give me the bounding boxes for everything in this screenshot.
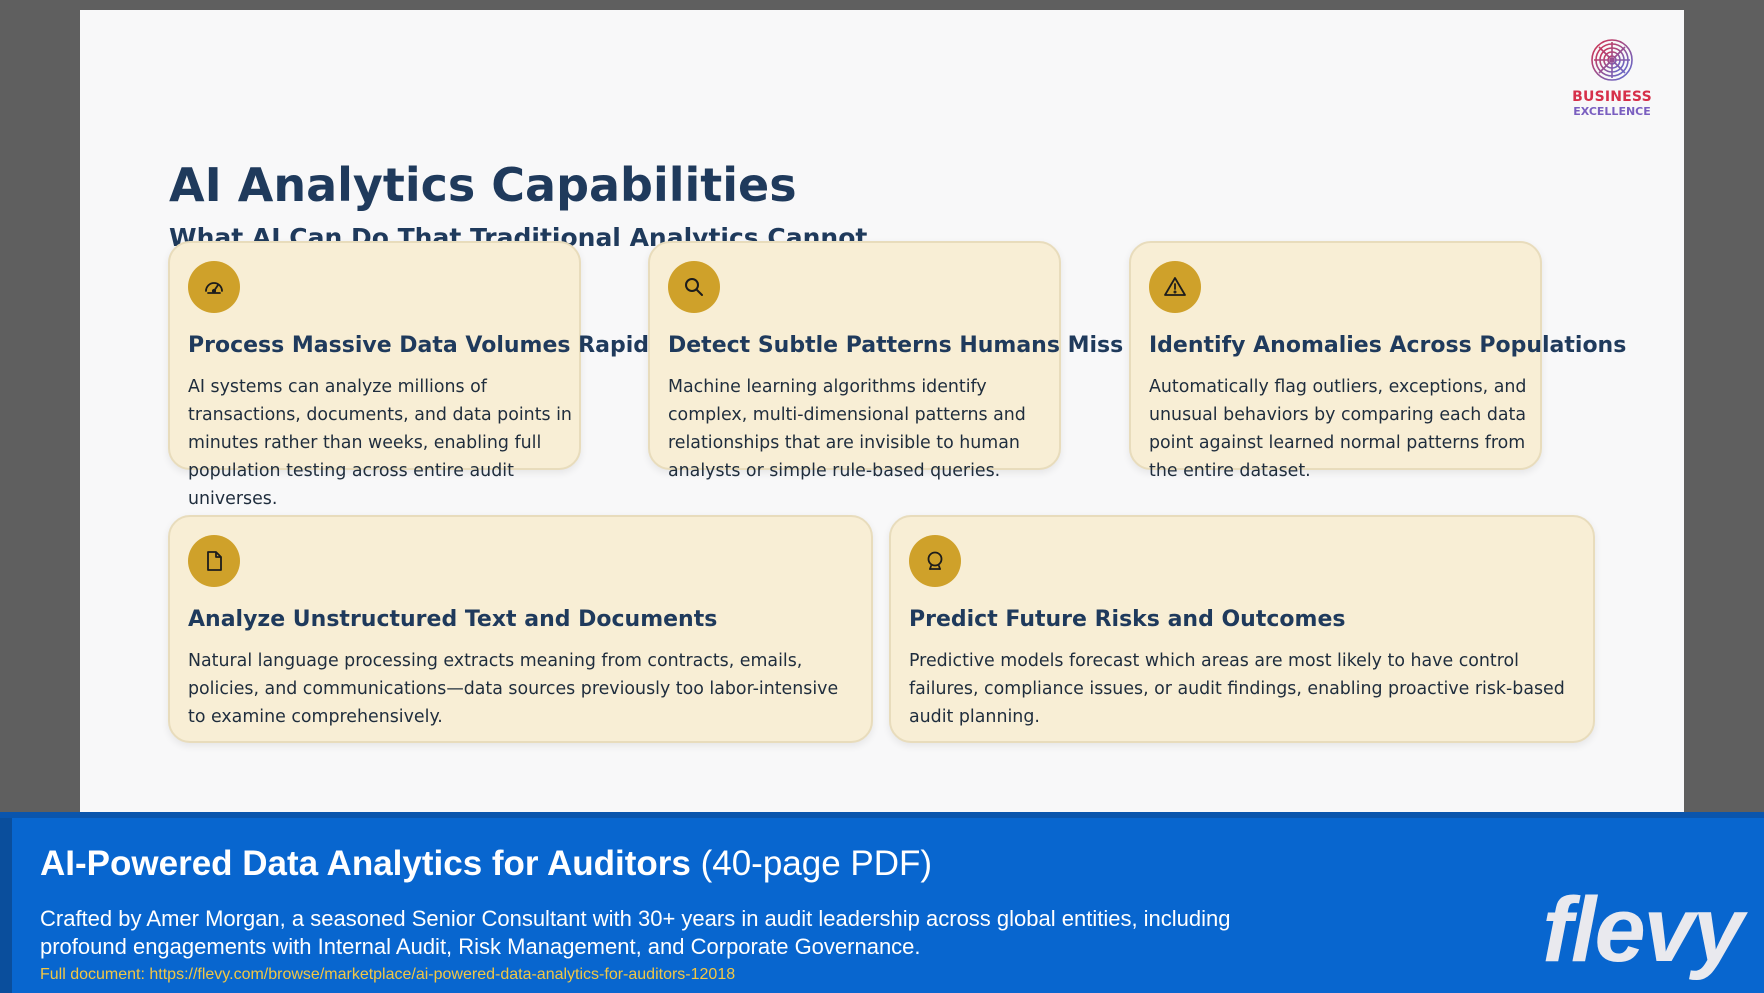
icon-badge bbox=[1149, 261, 1201, 313]
capability-card-identify-anomalies: Identify Anomalies Across Populations Au… bbox=[1129, 241, 1626, 481]
slide: BUSINESS EXCELLENCE AI Analytics Capabil… bbox=[80, 10, 1684, 815]
card-description: Machine learning algorithms identify com… bbox=[668, 377, 1026, 481]
capability-card-detect-patterns: Detect Subtle Patterns Humans Miss Machi… bbox=[648, 241, 1123, 481]
crystal-ball-icon bbox=[927, 551, 943, 570]
banner-accent-strip bbox=[0, 818, 12, 993]
document-icon bbox=[207, 551, 222, 571]
speedometer-icon bbox=[205, 282, 223, 294]
icon-badge bbox=[668, 261, 720, 313]
fingerprint-icon bbox=[1591, 39, 1633, 81]
flevy-logo[interactable]: flevy bbox=[1542, 878, 1744, 983]
banner-title-main: AI-Powered Data Analytics for Auditors bbox=[40, 844, 691, 883]
banner-description: Crafted by Amer Morgan, a seasoned Senio… bbox=[40, 906, 1231, 959]
logo-text-business: BUSINESS bbox=[1572, 89, 1652, 105]
capability-card-predict-risks: Predict Future Risks and Outcomes Predic… bbox=[889, 515, 1595, 743]
icon-badge bbox=[188, 535, 240, 587]
banner-title-pages: (40-page PDF) bbox=[700, 844, 933, 883]
banner-title: AI-Powered Data Analytics for Auditors (… bbox=[40, 844, 932, 884]
page-title: AI Analytics Capabilities bbox=[169, 158, 797, 212]
logo-text-excellence: EXCELLENCE bbox=[1573, 105, 1651, 118]
card-title: Analyze Unstructured Text and Documents bbox=[188, 607, 718, 632]
warning-icon bbox=[1164, 277, 1186, 296]
card-title: Identify Anomalies Across Populations bbox=[1149, 333, 1627, 358]
capability-card-process-data: Process Massive Data Volumes Rapidly AI … bbox=[168, 241, 671, 509]
icon-badge bbox=[909, 535, 961, 587]
capability-card-analyze-text: Analyze Unstructured Text and Documents … bbox=[168, 515, 873, 743]
full-document-link[interactable]: Full document: https://flevy.com/browse/… bbox=[40, 966, 735, 984]
card-title: Predict Future Risks and Outcomes bbox=[909, 607, 1346, 632]
card-title: Detect Subtle Patterns Humans Miss bbox=[668, 333, 1124, 358]
document-banner: AI-Powered Data Analytics for Auditors (… bbox=[0, 812, 1764, 993]
card-description: Predictive models forecast which areas a… bbox=[909, 651, 1565, 727]
search-icon bbox=[685, 278, 703, 296]
card-description: AI systems can analyze millions of trans… bbox=[188, 377, 572, 509]
card-description: Natural language processing extracts mea… bbox=[188, 651, 839, 727]
card-description: Automatically flag outliers, exceptions,… bbox=[1149, 377, 1527, 481]
icon-badge bbox=[188, 261, 240, 313]
card-title: Process Massive Data Volumes Rapidly bbox=[188, 333, 671, 358]
business-excellence-logo: BUSINESS EXCELLENCE bbox=[1570, 38, 1654, 118]
